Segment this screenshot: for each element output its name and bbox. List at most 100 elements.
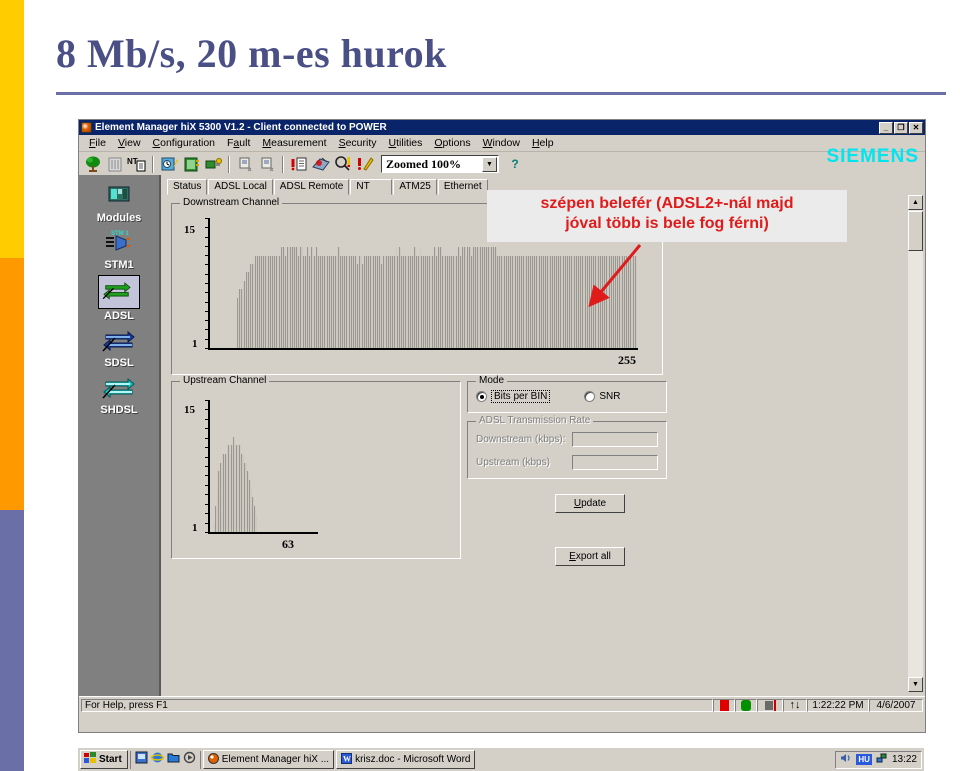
app-icon xyxy=(81,122,92,133)
search-alarm-icon[interactable] xyxy=(333,154,353,174)
annotation-line-1: szépen belefér (ADSL2+-nál majd xyxy=(540,195,794,212)
shdsl-arrows-icon xyxy=(100,373,138,403)
sidebar-item-sdsl[interactable]: SDSL xyxy=(100,326,138,369)
tab-nt[interactable]: NT xyxy=(350,179,393,195)
history-document-icon[interactable] xyxy=(159,154,179,174)
module-sidebar: Modules STM 1 STM1 ADSL SDSL SHDSL xyxy=(79,175,159,696)
upstream-kbps-field[interactable] xyxy=(572,455,658,470)
taskbar-item-word[interactable]: W krisz.doc - Microsoft Word xyxy=(336,750,476,769)
status-time: 1:22:22 PM xyxy=(807,698,869,712)
rack-icon[interactable] xyxy=(105,154,125,174)
sdsl-arrows-icon xyxy=(100,326,138,356)
desktop-icon[interactable] xyxy=(135,751,148,769)
card-icon[interactable] xyxy=(181,154,201,174)
downstream-kbps-field[interactable] xyxy=(572,432,658,447)
upstream-y-min: 1 xyxy=(192,522,198,534)
downstream-y-min: 1 xyxy=(192,338,198,350)
scrollbar-thumb[interactable] xyxy=(908,211,923,251)
toolbar: NT Zoomed 100% ▼ ? xyxy=(79,152,925,177)
adsl-local-panel: Downstream Channel 15 1 255 Upstream Cha… xyxy=(167,197,903,692)
nt-document-icon[interactable]: NT xyxy=(127,154,147,174)
tab-ethernet[interactable]: Ethernet xyxy=(437,179,488,195)
ie-icon[interactable] xyxy=(150,751,164,769)
accent-band-purple xyxy=(0,510,24,771)
taskbar-item-element-manager[interactable]: Element Manager hiX ... xyxy=(202,750,335,769)
toolbar-separator xyxy=(152,155,154,173)
upstream-chart: 15 1 63 xyxy=(172,382,460,558)
db-green-icon xyxy=(735,698,757,712)
status-date: 4/6/2007 xyxy=(869,698,923,712)
upstream-x-axis xyxy=(208,532,318,534)
radio-bits-per-bin[interactable]: Bits per BIN xyxy=(476,390,551,403)
network-icon[interactable] xyxy=(876,752,888,767)
mode-group: Mode Bits per BIN SNR xyxy=(467,375,667,413)
menu-item-fault[interactable]: Fault xyxy=(221,137,256,149)
minimize-button[interactable]: _ xyxy=(879,121,893,134)
alarm-edit-icon[interactable] xyxy=(355,154,375,174)
scroll-down-button[interactable]: ▼ xyxy=(908,677,923,692)
tray-clock: 13:22 xyxy=(891,754,917,765)
menu-item-measurement[interactable]: Measurement xyxy=(256,137,332,149)
rate-group-label: ADSL Transmission Rate xyxy=(476,415,594,426)
restore-button[interactable]: ❐ xyxy=(894,121,908,134)
adsl-transmission-rate-group: ADSL Transmission Rate Downstream (kbps)… xyxy=(467,415,667,479)
update-button-label: Update xyxy=(573,498,607,509)
menu-item-configuration[interactable]: Configuration xyxy=(147,137,221,149)
adsl-arrows-icon xyxy=(98,275,140,309)
siemens-logo: SIEMENS xyxy=(826,146,919,167)
media-icon[interactable] xyxy=(183,751,196,769)
start-button[interactable]: Start xyxy=(80,750,128,769)
annotation-line-2: jóval több is bele fog férni) xyxy=(565,215,769,232)
tab-atm25[interactable]: ATM25 xyxy=(393,179,437,195)
close-button[interactable]: ✕ xyxy=(909,121,923,134)
update-button[interactable]: Update xyxy=(555,494,625,513)
menu-item-help[interactable]: Help xyxy=(526,137,560,149)
status-hint: For Help, press F1 xyxy=(81,698,713,712)
scroll-up-button[interactable]: ▲ xyxy=(908,195,923,210)
radio-dot-icon xyxy=(476,391,487,402)
upstream-x-max: 63 xyxy=(282,537,294,551)
menu-item-window[interactable]: Window xyxy=(477,137,526,149)
mdi-child-window: Status ADSL Local ADSL Remote NT ATM25 E… xyxy=(159,175,925,696)
menu-item-security[interactable]: Security xyxy=(333,137,383,149)
radio-snr[interactable]: SNR xyxy=(584,391,620,402)
sidebar-item-adsl[interactable]: ADSL xyxy=(98,275,140,322)
document-small-icon[interactable] xyxy=(235,154,255,174)
volume-icon[interactable] xyxy=(840,752,852,767)
axis-tick xyxy=(205,218,210,219)
zoom-combobox[interactable]: Zoomed 100% ▼ xyxy=(381,155,499,173)
export-all-button[interactable]: Export all xyxy=(555,547,625,566)
network-tree-icon[interactable] xyxy=(83,154,103,174)
alarm-map-icon[interactable] xyxy=(311,154,331,174)
title-divider xyxy=(56,92,946,95)
menu-item-file[interactable]: File xyxy=(83,137,112,149)
document-small-2-icon[interactable] xyxy=(257,154,277,174)
explorer-icon[interactable] xyxy=(167,751,180,769)
annotation-callout: szépen belefér (ADSL2+-nál majd jóval tö… xyxy=(487,190,847,242)
menu-item-utilities[interactable]: Utilities xyxy=(383,137,429,149)
radio-bits-per-bin-label: Bits per BIN xyxy=(491,390,551,403)
vertical-scrollbar[interactable]: ▲ ▼ xyxy=(908,195,923,692)
quick-launch-bar xyxy=(129,750,201,769)
help-button[interactable]: ? xyxy=(507,156,523,172)
tab-status[interactable]: Status xyxy=(167,179,208,195)
connector-icon[interactable] xyxy=(203,154,223,174)
sidebar-item-label: SDSL xyxy=(104,357,134,369)
net-icon xyxy=(757,698,783,712)
chevron-down-icon[interactable]: ▼ xyxy=(482,156,497,172)
menu-item-options[interactable]: Options xyxy=(428,137,476,149)
annotation-arrow-icon xyxy=(588,244,642,308)
export-all-button-label: Export all xyxy=(569,551,611,562)
upstream-y-max: 15 xyxy=(184,404,195,416)
sidebar-item-stm1[interactable]: STM 1 STM1 xyxy=(100,228,138,271)
tab-adsl-remote[interactable]: ADSL Remote xyxy=(273,179,350,195)
alarm-document-icon[interactable] xyxy=(289,154,309,174)
language-icon[interactable]: HU xyxy=(856,754,872,765)
sidebar-item-label: SHDSL xyxy=(100,404,138,416)
tab-adsl-local[interactable]: ADSL Local xyxy=(208,179,273,195)
sidebar-item-modules[interactable]: Modules xyxy=(97,181,141,224)
menu-item-view[interactable]: View xyxy=(112,137,147,149)
sidebar-item-shdsl[interactable]: SHDSL xyxy=(100,373,138,416)
mode-group-label: Mode xyxy=(476,375,508,386)
word-icon: W xyxy=(341,752,353,767)
